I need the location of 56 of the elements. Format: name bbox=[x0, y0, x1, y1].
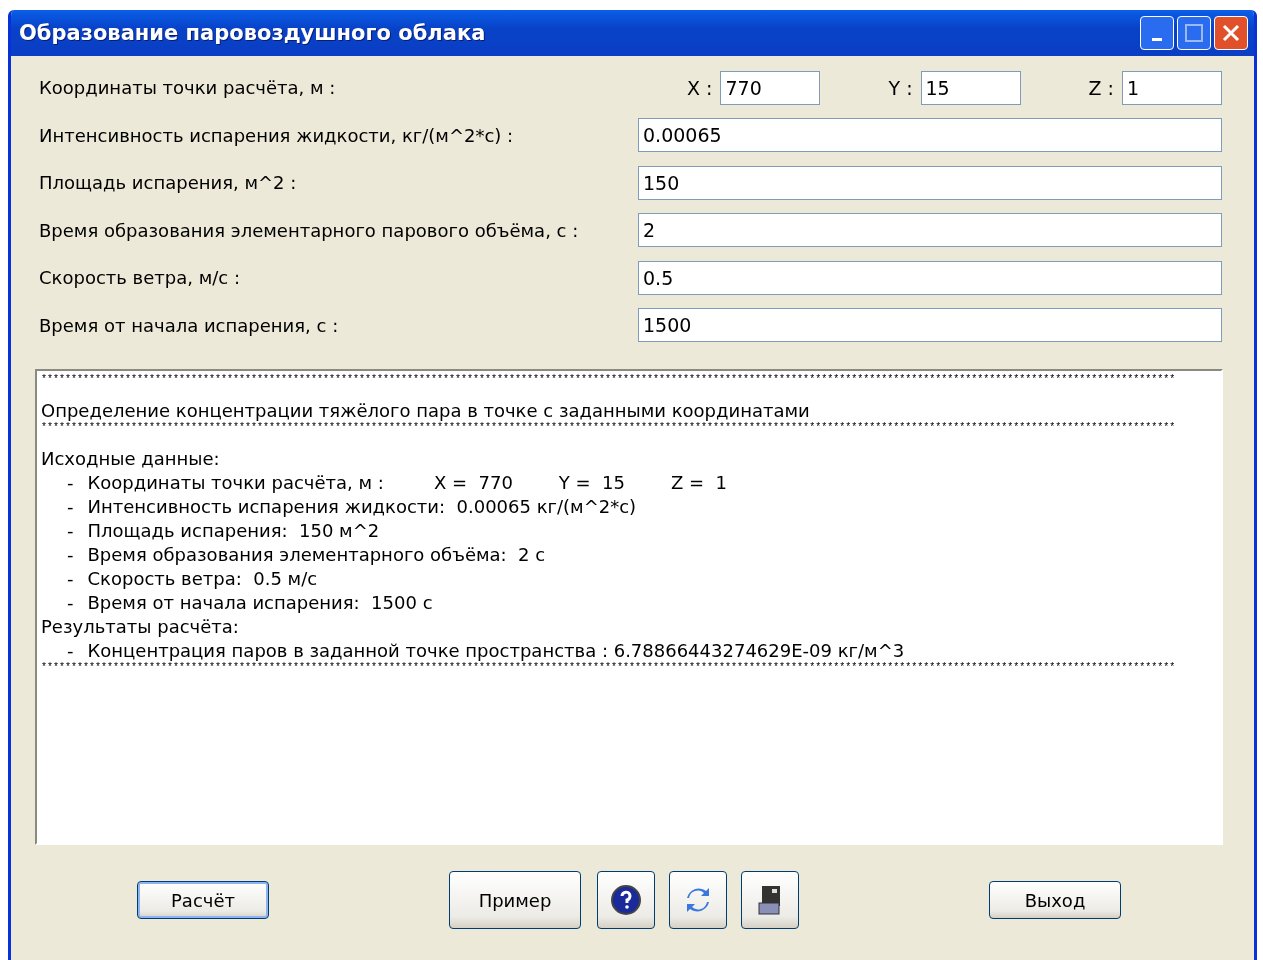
input-field[interactable]: 1500 bbox=[638, 308, 1222, 343]
axis-label: X : bbox=[687, 76, 713, 99]
action-button[interactable]: Расчёт bbox=[137, 881, 269, 919]
field-label: Интенсивность испарения жидкости, кг/(м^2*с) : bbox=[39, 124, 515, 146]
field-label: Координаты точки расчёта, м : bbox=[39, 77, 337, 99]
coordinate-field[interactable]: 770 bbox=[720, 70, 821, 105]
field-label: Скорость ветра, м/с : bbox=[39, 267, 241, 289]
field-label: Время образования элементарного парового объёма, с : bbox=[39, 219, 580, 241]
coordinate-field[interactable]: 1 bbox=[1122, 70, 1222, 105]
asterisk-rule: ********************************************************************************************************************************************************************************************* bbox=[41, 375, 1176, 385]
output-line: Интенсивность испарения жидкости: 0.00065 кг/(м^2*с) bbox=[87, 495, 637, 519]
maximize-icon bbox=[1185, 24, 1203, 42]
output-line: Время образования элементарного объёма: 2 с bbox=[87, 543, 546, 567]
bullet: - bbox=[67, 639, 74, 662]
action-button[interactable]: Пример bbox=[449, 871, 581, 929]
input-field[interactable]: 2 bbox=[638, 213, 1222, 248]
output-line: Исходные данные: bbox=[41, 447, 220, 471]
help-icon bbox=[611, 885, 641, 915]
output-value: X = 770 bbox=[433, 471, 513, 495]
output-line: Скорость ветра: 0.5 м/с bbox=[87, 567, 318, 591]
output-value: Z = 1 bbox=[671, 471, 728, 495]
minimize-icon bbox=[1152, 37, 1162, 41]
bullet: - bbox=[67, 543, 74, 567]
icon-button[interactable] bbox=[597, 871, 655, 929]
bullet: - bbox=[67, 591, 74, 615]
close-button[interactable] bbox=[1214, 16, 1248, 50]
output-line: Результаты расчёта: bbox=[41, 615, 239, 639]
axis-label: Y : bbox=[888, 76, 913, 99]
output-line: Определение концентрации тяжёлого пара в точке с заданными координатами bbox=[41, 399, 810, 422]
bullet: - bbox=[67, 519, 74, 543]
bullet: - bbox=[67, 495, 74, 519]
input-field[interactable]: 0.5 bbox=[638, 260, 1222, 295]
bullet: - bbox=[67, 471, 74, 495]
icon-button[interactable] bbox=[741, 871, 799, 929]
bullet: - bbox=[67, 567, 74, 591]
asterisk-rule: ********************************************************************************************************************************************************************************************* bbox=[41, 663, 1176, 673]
window-title: Образование паровоздушного облака bbox=[19, 21, 487, 45]
output-line: Координаты точки расчёта, м : bbox=[87, 471, 384, 495]
refresh-icon bbox=[685, 886, 711, 914]
input-field[interactable]: 150 bbox=[638, 165, 1222, 200]
action-button[interactable]: Выход bbox=[989, 881, 1121, 919]
output-line: Площадь испарения: 150 м^2 bbox=[87, 519, 380, 543]
icon-button[interactable] bbox=[669, 871, 727, 929]
maximize-button[interactable] bbox=[1177, 16, 1211, 50]
input-field[interactable]: 0.00065 bbox=[638, 118, 1222, 153]
calculator-icon bbox=[758, 885, 782, 915]
output-line: Время от начала испарения: 1500 с bbox=[87, 591, 433, 615]
axis-label: Z : bbox=[1088, 76, 1114, 99]
coordinate-field[interactable]: 15 bbox=[920, 70, 1021, 105]
minimize-button[interactable] bbox=[1140, 16, 1174, 50]
field-label: Время от начала испарения, с : bbox=[39, 314, 340, 336]
close-icon bbox=[1222, 24, 1240, 42]
asterisk-rule: ********************************************************************************************************************************************************************************************* bbox=[41, 423, 1176, 433]
output-value: Y = 15 bbox=[558, 471, 625, 495]
output-line: Концентрация паров в заданной точке пространства : 6.78866443274629E-09 кг/м^3 bbox=[87, 639, 905, 662]
field-label: Площадь испарения, м^2 : bbox=[39, 172, 298, 194]
